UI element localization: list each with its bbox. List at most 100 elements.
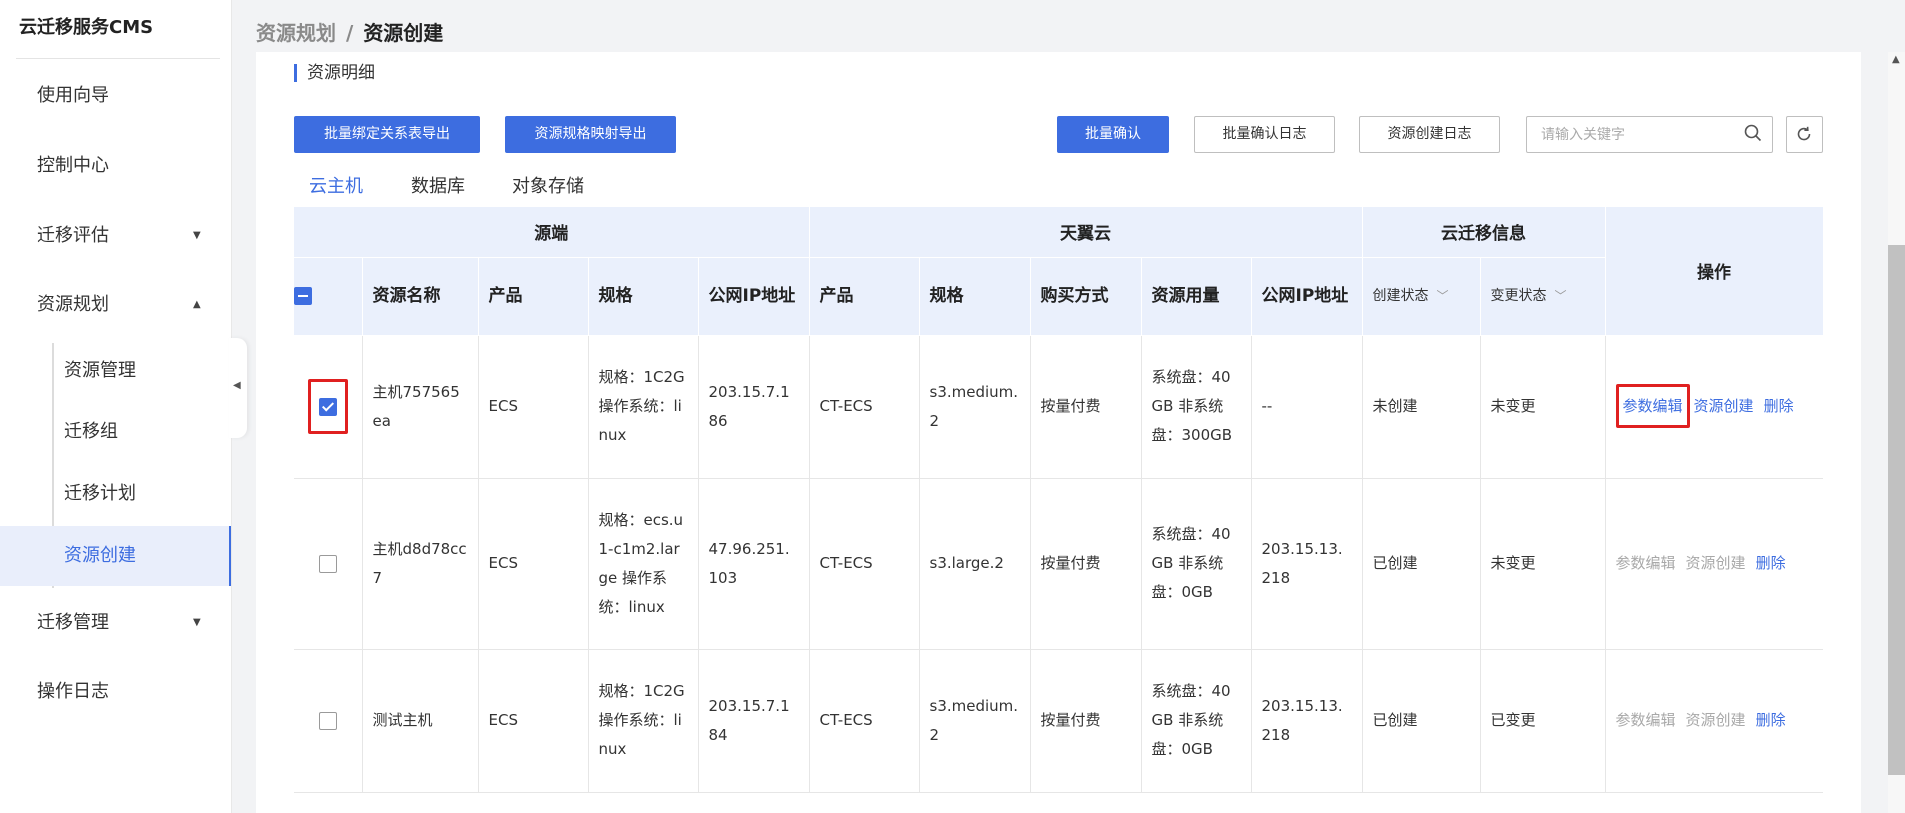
cell-change-status: 已变更 [1480, 649, 1606, 793]
tab-cloud-host[interactable]: 云主机 [309, 172, 363, 210]
cell-public-ip: 203.15.7.184 [698, 649, 810, 793]
sidebar-subitem-resource-creation[interactable]: 资源创建 [0, 526, 231, 586]
cell-usage: 系统盘：40GB 非系统盘：300GB [1141, 335, 1252, 479]
delete-link[interactable]: 删除 [1756, 554, 1786, 572]
select-all-checkbox[interactable] [294, 287, 312, 305]
sidebar: 云迁移服务CMS 使用向导 控制中心 迁移评估 ▼ 资源规划 ▲ 资源管理 迁移… [0, 0, 232, 813]
cell-cloud-spec: s3.medium.2 [919, 649, 1031, 793]
column-header-cloud-product: 产品 [809, 257, 920, 336]
cell-purchase: 按量付费 [1030, 335, 1142, 479]
cell-public-ip: 47.96.251.103 [698, 478, 810, 650]
scrollbar-thumb[interactable] [1888, 245, 1905, 775]
sidebar-item-migration-management[interactable]: 迁移管理 ▼ [0, 603, 231, 643]
sidebar-subitem-resource-management[interactable]: 资源管理 [0, 341, 231, 401]
cell-cloud-product: CT-ECS [809, 335, 920, 479]
search-icon[interactable] [1744, 124, 1762, 146]
cell-change-status: 未变更 [1480, 478, 1606, 650]
operations-cell: 参数编辑 资源创建 删除 [1605, 478, 1824, 650]
cell-cloud-ip: -- [1251, 335, 1363, 479]
cell-product: ECS [478, 649, 589, 793]
cell-usage: 系统盘：40GB 非系统盘：0GB [1141, 649, 1252, 793]
column-header-cloud-ip: 公网IP地址 [1251, 257, 1363, 336]
sidebar-subitem-label: 资源创建 [64, 545, 136, 566]
sidebar-item-operation-log[interactable]: 操作日志 [0, 672, 231, 712]
cell-cloud-product: CT-ECS [809, 478, 920, 650]
delete-link[interactable]: 删除 [1756, 711, 1786, 729]
resource-name-link[interactable]: 主机d8d78cc7 [362, 478, 479, 650]
group-migration-header: 云迁移信息 [1362, 207, 1606, 258]
column-header-name: 资源名称 [362, 257, 479, 336]
search-input[interactable] [1539, 123, 1743, 147]
cell-create-status: 已创建 [1362, 478, 1481, 650]
sidebar-item-migration-assessment[interactable]: 迁移评估 ▼ [0, 216, 231, 256]
edit-params-link[interactable]: 参数编辑 [1615, 384, 1690, 428]
row-select-cell [294, 478, 363, 650]
sidebar-subitem-label: 迁移计划 [64, 483, 136, 504]
change-status-label: 变更状态 [1490, 288, 1547, 304]
column-header-spec: 规格 [588, 257, 699, 336]
sidebar-item-label: 迁移评估 [37, 225, 109, 246]
refresh-button[interactable] [1786, 116, 1823, 153]
scroll-up-icon[interactable]: ▲ [1892, 54, 1900, 65]
edit-params-link: 参数编辑 [1615, 711, 1676, 729]
export-binding-button[interactable]: 批量绑定关系表导出 [294, 116, 480, 153]
breadcrumb-current: 资源创建 [363, 21, 444, 45]
batch-confirm-button[interactable]: 批量确认 [1057, 116, 1169, 153]
sidebar-item-control-center[interactable]: 控制中心 [0, 146, 231, 186]
sidebar-item-label: 使用向导 [37, 85, 109, 106]
table-row: 主机757565ea ECS 规格：1C2G 操作系统：linux 203.15… [294, 335, 1824, 479]
group-cloud-header: 天翼云 [809, 207, 1363, 258]
cell-purchase: 按量付费 [1030, 649, 1142, 793]
chevron-down-icon[interactable]: ﹀ [1437, 289, 1449, 303]
highlight-box [307, 379, 348, 434]
breadcrumb-parent[interactable]: 资源规划 [256, 21, 336, 45]
cell-create-status: 已创建 [1362, 649, 1481, 793]
resource-name-link[interactable]: 主机757565ea [362, 335, 479, 479]
tab-database[interactable]: 数据库 [411, 172, 465, 208]
sidebar-collapse-button[interactable]: ◀ [229, 338, 247, 438]
chevron-down-icon: ▼ [193, 617, 201, 628]
batch-confirm-log-button[interactable]: 批量确认日志 [1194, 116, 1335, 153]
cell-cloud-spec: s3.medium.2 [919, 335, 1031, 479]
create-resource-link[interactable]: 资源创建 [1694, 397, 1754, 415]
row-checkbox[interactable] [318, 397, 337, 416]
column-header-create-status[interactable]: 创建状态 ﹀ [1362, 257, 1481, 336]
sidebar-item-label: 资源规划 [37, 294, 109, 315]
refresh-icon [1797, 126, 1811, 141]
chevron-down-icon: ▼ [193, 230, 201, 241]
cell-cloud-ip: 203.15.13.218 [1251, 649, 1363, 793]
row-select-cell [294, 335, 363, 479]
sidebar-subitem-migration-plan[interactable]: 迁移计划 [0, 464, 231, 524]
cell-product: ECS [478, 335, 589, 479]
chevron-up-icon: ▲ [193, 299, 201, 310]
resource-name-link[interactable]: 测试主机 [362, 649, 479, 793]
resource-create-log-button[interactable]: 资源创建日志 [1359, 116, 1500, 153]
cell-create-status: 未创建 [1362, 335, 1481, 479]
table-row: 测试主机 ECS 规格：1C2G 操作系统：linux 203.15.7.184… [294, 649, 1824, 793]
column-header-change-status[interactable]: 变更状态 ﹀ [1480, 257, 1606, 336]
row-checkbox[interactable] [318, 554, 337, 573]
create-resource-link: 资源创建 [1685, 711, 1746, 729]
chevron-down-icon[interactable]: ﹀ [1555, 289, 1567, 303]
row-checkbox[interactable] [318, 711, 337, 730]
cell-purchase: 按量付费 [1030, 478, 1142, 650]
select-all-cell [294, 257, 363, 336]
sidebar-item-resource-planning[interactable]: 资源规划 ▲ [0, 285, 231, 325]
sidebar-item-label: 控制中心 [37, 155, 109, 176]
cell-cloud-product: CT-ECS [809, 649, 920, 793]
export-spec-mapping-button[interactable]: 资源规格映射导出 [505, 116, 676, 153]
sidebar-subitem-migration-group[interactable]: 迁移组 [0, 402, 231, 462]
section-title: 资源明细 [294, 64, 375, 82]
sidebar-divider [16, 58, 220, 59]
app-title: 云迁移服务CMS [19, 17, 154, 38]
sidebar-item-guide[interactable]: 使用向导 [0, 76, 231, 116]
tab-object-storage[interactable]: 对象存储 [512, 172, 584, 208]
breadcrumb: 资源规划 / 资源创建 [256, 17, 443, 46]
delete-link[interactable]: 删除 [1764, 397, 1794, 415]
search-box [1526, 116, 1773, 153]
sidebar-subitem-label: 迁移组 [64, 421, 118, 442]
edit-params-link: 参数编辑 [1615, 554, 1676, 572]
cell-usage: 系统盘：40GB 非系统盘：0GB [1141, 478, 1252, 650]
sidebar-subitem-label: 资源管理 [64, 360, 136, 381]
group-source-header: 源端 [294, 207, 810, 258]
